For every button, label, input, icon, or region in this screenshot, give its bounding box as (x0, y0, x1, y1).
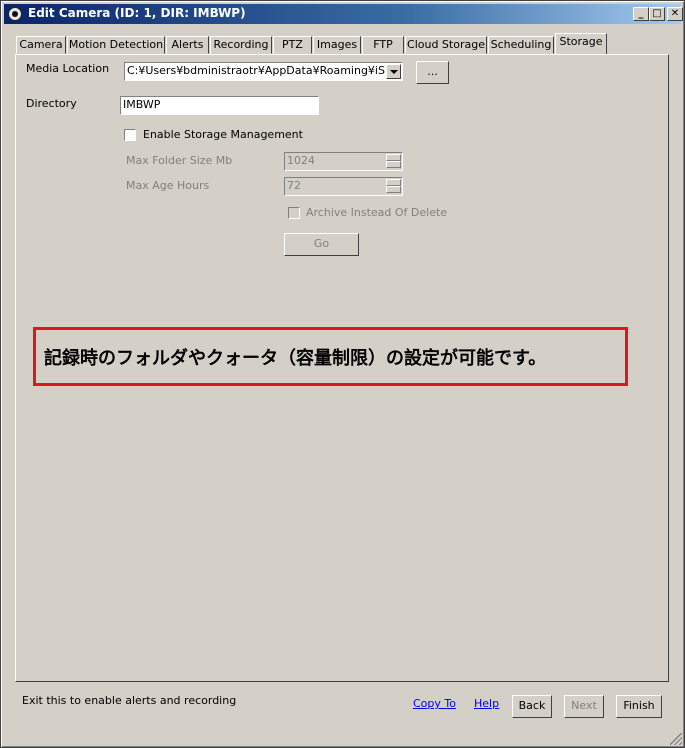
max-folder-size-stepper[interactable]: 1024 (284, 152, 403, 171)
finish-button[interactable]: Finish (616, 695, 662, 718)
help-link[interactable]: Help (474, 697, 499, 710)
stepper-down-icon[interactable] (386, 161, 401, 168)
media-location-value: C:¥Users¥bdministraotr¥AppData¥Roaming¥i… (127, 64, 385, 77)
annotation-text: 記録時のフォルダやクォータ（容量制限）の設定が可能です。 (44, 348, 547, 369)
directory-label: Directory (26, 97, 77, 110)
max-age-hours-stepper[interactable]: 72 (284, 177, 403, 196)
tab-scheduling[interactable]: Scheduling (488, 36, 554, 54)
close-button[interactable]: ✕ (667, 7, 683, 21)
tab-alerts[interactable]: Alerts (166, 36, 209, 54)
tab-camera[interactable]: Camera (16, 36, 66, 54)
stepper-down-icon[interactable] (386, 186, 401, 193)
annotation-callout: 記録時のフォルダやクォータ（容量制限）の設定が可能です。 (33, 327, 628, 386)
max-folder-size-value: 1024 (287, 154, 315, 167)
tab-storage[interactable]: Storage (555, 33, 607, 54)
media-location-select[interactable]: C:¥Users¥bdministraotr¥AppData¥Roaming¥i… (124, 62, 403, 81)
copy-to-link[interactable]: Copy To (413, 697, 456, 710)
window-title: Edit Camera (ID: 1, DIR: IMBWP) (28, 6, 246, 20)
tab-motion-detection[interactable]: Motion Detection (67, 36, 165, 54)
tab-ftp[interactable]: FTP (362, 36, 404, 54)
media-location-label: Media Location (26, 62, 110, 75)
chevron-down-icon[interactable] (386, 64, 401, 79)
browse-button[interactable]: ... (416, 61, 449, 84)
camera-app-icon (8, 7, 22, 21)
stepper-up-icon[interactable] (386, 154, 401, 161)
maximize-button[interactable]: □ (649, 7, 665, 21)
tab-images[interactable]: Images (313, 36, 361, 54)
minimize-button[interactable]: _ (633, 7, 649, 21)
next-button[interactable]: Next (564, 695, 604, 718)
go-button[interactable]: Go (284, 233, 359, 256)
max-age-hours-value: 72 (287, 179, 301, 192)
tab-ptz[interactable]: PTZ (273, 36, 312, 54)
status-text: Exit this to enable alerts and recording (22, 694, 237, 707)
resize-grip-icon[interactable] (670, 733, 682, 745)
max-age-hours-label: Max Age Hours (126, 179, 210, 192)
enable-storage-label: Enable Storage Management (143, 128, 303, 141)
archive-label: Archive Instead Of Delete (306, 206, 448, 219)
stepper-up-icon[interactable] (386, 179, 401, 186)
max-folder-size-label: Max Folder Size Mb (126, 154, 233, 167)
tab-cloud-storage[interactable]: Cloud Storage (405, 36, 487, 54)
tab-recording[interactable]: Recording (210, 36, 272, 54)
directory-input[interactable]: IMBWP (120, 96, 319, 115)
archive-checkbox[interactable] (288, 207, 300, 219)
title-bar[interactable]: Edit Camera (ID: 1, DIR: IMBWP) _ □ ✕ (4, 4, 683, 24)
back-button[interactable]: Back (512, 695, 552, 718)
enable-storage-checkbox[interactable] (124, 129, 136, 141)
